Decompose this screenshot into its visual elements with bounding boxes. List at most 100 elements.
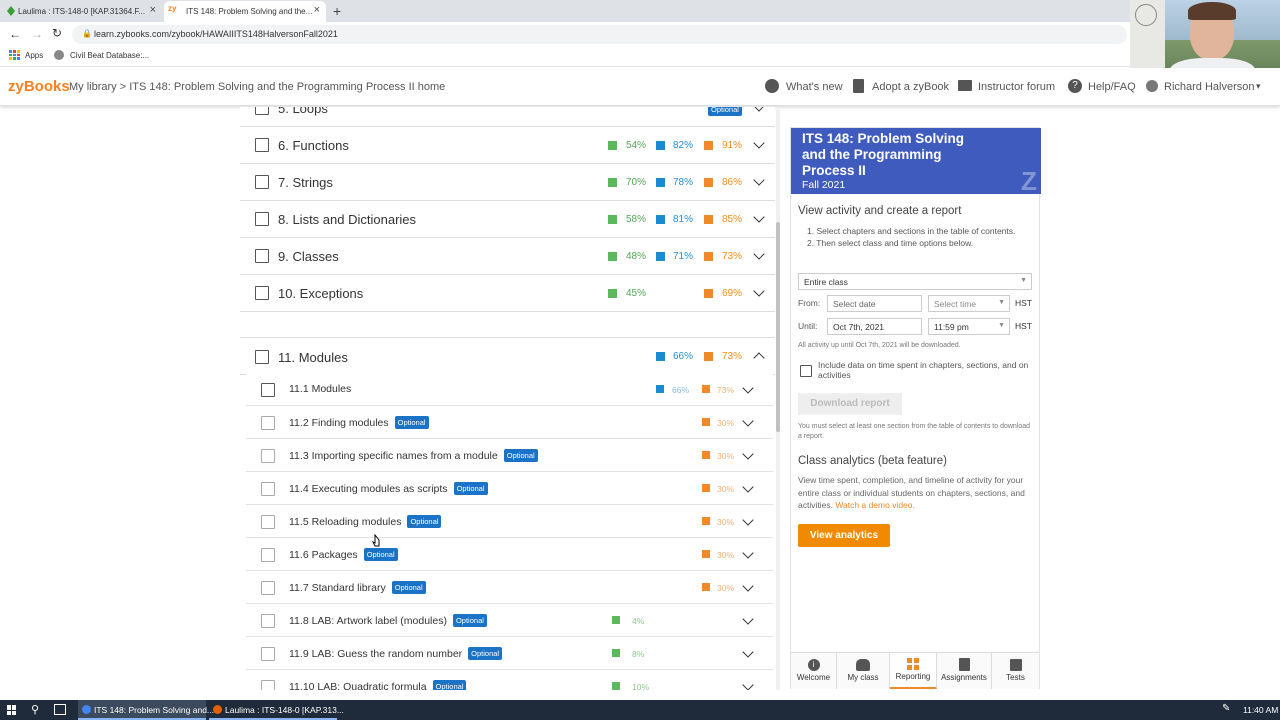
back-icon[interactable]: ← [9, 27, 21, 41]
tab-assignments[interactable]: Assignments [937, 653, 992, 689]
user-dropdown-icon[interactable]: ▾ [1256, 81, 1261, 92]
chevron-down-icon[interactable] [753, 285, 765, 297]
task-view-icon[interactable] [54, 704, 66, 715]
report-steps: 1. Select chapters and sections in the t… [807, 225, 1017, 249]
pen-icon[interactable]: ✎ [1222, 703, 1230, 714]
chapter-checkbox[interactable] [255, 175, 269, 189]
section-checkbox[interactable] [261, 416, 275, 430]
chapter-checkbox[interactable] [255, 138, 269, 152]
section-row[interactable]: 11.3 Importing specific names from a mod… [246, 439, 773, 472]
chevron-down-icon[interactable] [742, 613, 754, 625]
optional-badge: Optional [452, 614, 487, 627]
section-row[interactable]: 11.5 Reloading modules Optional 30% [246, 505, 773, 538]
demo-video-link[interactable]: Watch a demo video. [835, 500, 915, 510]
section-checkbox[interactable] [261, 482, 275, 496]
section-row[interactable]: 11.9 LAB: Guess the random number Optiona… [246, 637, 773, 670]
chevron-down-icon[interactable] [742, 382, 754, 394]
chapter-checkbox[interactable] [255, 350, 269, 364]
taskbar-item-laulima[interactable]: Laulima : ITS-148-0 [KAP.313... [209, 700, 344, 720]
chapter-row-expanded[interactable]: 11. Modules 66% 73% [240, 337, 775, 375]
class-select[interactable]: Entire class ▼ [798, 273, 1032, 290]
section-row[interactable]: 11.4 Executing modules as scripts Optiona… [246, 472, 773, 505]
chapter-row[interactable]: 9. Classes 48% 71% 73% [240, 238, 775, 275]
chapter-checkbox[interactable] [255, 107, 269, 115]
chapter-checkbox[interactable] [255, 286, 269, 300]
section-row[interactable]: 11.6 Packages Optional 30% [246, 538, 773, 571]
section-checkbox[interactable] [261, 548, 275, 562]
chevron-down-icon[interactable] [753, 211, 765, 223]
nav-instructor-forum[interactable]: Instructor forum [978, 81, 1055, 93]
chevron-down-icon[interactable] [753, 137, 765, 149]
section-checkbox[interactable] [261, 581, 275, 595]
zybooks-logo[interactable]: zyBooks [8, 78, 70, 95]
browser-tab-laulima[interactable]: Laulima : ITS-148-0 [KAP.31364.F... × [2, 1, 162, 22]
tab-welcome[interactable]: i Welcome [791, 653, 837, 689]
chapter-row[interactable]: 7. Strings 70% 78% 86% [240, 164, 775, 201]
lab-icon [702, 451, 710, 459]
reload-icon[interactable]: ↻ [52, 26, 62, 40]
view-analytics-button[interactable]: View analytics [798, 524, 890, 547]
include-time-checkbox[interactable] [800, 365, 812, 377]
chevron-down-icon[interactable] [742, 415, 754, 427]
section-row[interactable]: 11.7 Standard library Optional 30% [246, 571, 773, 604]
tab-my-class[interactable]: My class [837, 653, 890, 689]
tab-reporting[interactable]: Reporting [890, 653, 937, 689]
breadcrumb[interactable]: My library > ITS 148: Problem Solving an… [69, 81, 445, 93]
section-checkbox[interactable] [261, 680, 275, 690]
address-bar: ← → ↻ 🔒 learn.zybooks.com/zybook/HAWAIII… [0, 22, 1130, 47]
chapter-row[interactable]: 5. Loops Optional [240, 107, 775, 127]
nav-help[interactable]: Help/FAQ [1088, 81, 1136, 93]
section-checkbox[interactable] [261, 515, 275, 529]
browser-tab-zybooks[interactable]: zy ITS 148: Problem Solving and the... × [164, 1, 326, 22]
chevron-up-icon[interactable] [753, 352, 765, 364]
chevron-down-icon[interactable] [742, 514, 754, 526]
section-checkbox[interactable] [261, 383, 275, 397]
nav-adopt[interactable]: Adopt a zyBook [872, 81, 949, 93]
user-menu[interactable]: Richard Halverson [1164, 81, 1254, 93]
from-time-select[interactable]: Select time ▼ [928, 295, 1010, 312]
taskbar-item-zybooks[interactable]: ITS 148: Problem Solving and... [78, 700, 214, 720]
reporting-panel: ITS 148: Problem Solving and the Program… [790, 127, 1041, 689]
participation-icon [612, 616, 620, 624]
bookmark-civil-beat[interactable]: Civil Beat Database:... [70, 51, 149, 60]
forward-icon[interactable]: → [31, 27, 43, 41]
download-report-button[interactable]: Download report [798, 393, 902, 415]
close-tab-icon[interactable]: × [314, 4, 320, 16]
chevron-down-icon[interactable] [742, 646, 754, 658]
section-row[interactable]: 11.2 Finding modules Optional 30% [246, 406, 773, 439]
section-row[interactable]: 11.1 Modules 66% 73% [246, 373, 773, 406]
until-date-input[interactable]: Oct 7th, 2021 [827, 318, 922, 335]
chevron-down-icon[interactable] [742, 481, 754, 493]
chevron-down-icon[interactable] [753, 248, 765, 260]
challenge-icon [656, 178, 665, 187]
new-tab-button[interactable]: + [333, 3, 341, 19]
windows-start-icon[interactable] [7, 705, 17, 715]
section-checkbox[interactable] [261, 647, 275, 661]
chapter-row[interactable]: 8. Lists and Dictionaries 58% 81% 85% [240, 201, 775, 238]
analytics-heading: Class analytics (beta feature) [798, 455, 947, 467]
bookmark-apps[interactable]: Apps [25, 51, 43, 60]
chevron-down-icon[interactable] [753, 174, 765, 186]
chevron-down-icon[interactable] [742, 448, 754, 460]
search-icon[interactable]: ⚲ [31, 703, 39, 716]
tab-tests[interactable]: Tests [992, 653, 1039, 689]
section-checkbox[interactable] [261, 449, 275, 463]
toc-scrollbar-thumb[interactable] [776, 222, 780, 432]
nav-whats-new[interactable]: What's new [786, 81, 843, 93]
chevron-down-icon[interactable] [753, 107, 765, 112]
chapter-checkbox[interactable] [255, 249, 269, 263]
chapter-checkbox[interactable] [255, 212, 269, 226]
until-time-select[interactable]: 11:59 pm ▼ [928, 318, 1010, 335]
chevron-down-icon[interactable] [742, 547, 754, 559]
chevron-down-icon[interactable] [742, 679, 754, 690]
chapter-row[interactable]: 6. Functions 54% 82% 91% [240, 127, 775, 164]
close-tab-icon[interactable]: × [150, 4, 156, 16]
chapter-row[interactable]: 10. Exceptions 45% 69% [240, 275, 775, 312]
from-date-input[interactable]: Select date [827, 295, 922, 312]
section-row[interactable]: 11.10 LAB: Quadratic formula Optional 10% [246, 670, 773, 690]
section-checkbox[interactable] [261, 614, 275, 628]
section-row[interactable]: 11.8 LAB: Artwork label (modules) Optiona… [246, 604, 773, 637]
chevron-down-icon[interactable] [742, 580, 754, 592]
url-field[interactable]: 🔒 learn.zybooks.com/zybook/HAWAIIITS148H… [72, 25, 1127, 44]
toc-scrollbar[interactable] [776, 107, 780, 690]
